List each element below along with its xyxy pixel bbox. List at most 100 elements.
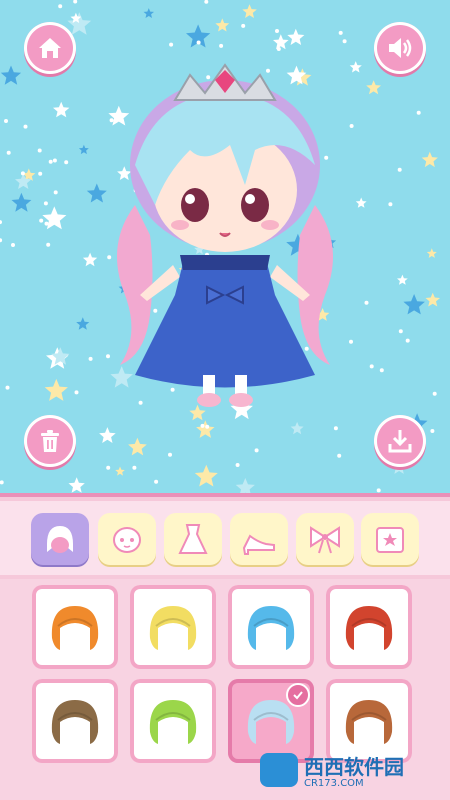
background-star [403,294,425,315]
background-dot [0,220,2,225]
hair-icon [47,526,73,553]
background-star [235,478,255,493]
sound-button[interactable] [374,22,426,74]
background-dot [416,110,421,115]
background-dot [46,242,51,247]
background-dot [43,201,48,206]
hairstyle-icon [345,700,393,744]
background-dot [11,243,15,247]
right-eye [241,188,269,222]
hairstyle-icon [51,700,99,744]
background-dot [154,479,159,484]
doll-character [117,63,333,407]
background-star [99,427,116,443]
background-dot [48,159,53,164]
background-star [273,34,289,50]
background-dot [205,424,210,429]
background-dot [333,426,338,431]
download-icon [388,430,412,453]
blue-dress [135,255,315,388]
save-button[interactable] [374,415,426,467]
background-star [242,4,257,18]
tab-shoes[interactable] [230,513,288,565]
background-dot [88,356,93,361]
face-icon [113,527,141,553]
right-shoe [229,393,253,407]
hair-option[interactable] [326,585,412,669]
background-dot [405,338,410,343]
hairstyle-icon [345,606,393,650]
tab-accessory[interactable] [296,513,354,565]
home-icon [39,38,61,58]
background-dot [342,39,347,44]
tab-face[interactable] [98,513,156,565]
background-dot [338,30,343,35]
background-star [0,65,22,85]
background-dot [200,423,205,428]
background-dot [39,218,44,223]
speaker-icon [389,38,412,58]
background-star [115,466,125,476]
background-dot [337,453,342,458]
background-dot [0,238,3,243]
background-star [215,18,230,32]
tab-dress[interactable] [164,513,222,565]
hairstyle-icon [51,606,99,650]
background-star [421,151,438,168]
background-dot [38,171,43,176]
background-dot [0,480,4,485]
background-star [78,144,89,155]
background-star [68,477,85,493]
background-dot [4,119,8,123]
hairstyle-icon [247,606,295,650]
hair-option[interactable] [130,585,216,669]
watermark-text: 西西软件园 [304,755,404,779]
background-dot [388,202,393,207]
hair-option[interactable] [32,585,118,669]
background-dot [219,43,224,48]
bow-icon [310,526,340,554]
background-star [287,28,305,45]
background-star [397,274,408,285]
background-dot [58,4,63,9]
hairstyle-icon [149,606,197,650]
background-dot [37,148,42,153]
background-dot [5,385,10,390]
background-star [42,206,67,230]
background-dot [241,23,246,28]
background-dot [430,429,435,433]
tab-background[interactable] [361,513,419,565]
background-dot [23,124,28,129]
background-star [143,8,154,18]
background-dot [369,364,374,369]
background-dot [106,465,111,470]
background-dot [53,190,58,195]
tab-hair[interactable] [31,513,89,565]
background-dot [64,160,69,165]
background-dot [73,0,78,4]
dress-up-stage [0,0,450,493]
background-star [426,248,437,258]
background-dot [196,40,201,45]
mouth [219,232,231,237]
home-button[interactable] [24,22,76,74]
hair-option[interactable] [130,679,216,763]
left-pigtail [117,205,153,365]
watermark: 西西软件园 CR173.COM [260,748,435,792]
background-star [290,421,304,435]
hair-option[interactable] [32,679,118,763]
background-dot [74,390,79,395]
background-dot [276,47,281,51]
background-dot [132,465,137,470]
background-dot [275,29,279,33]
hair-option[interactable] [228,585,314,669]
background-star [425,292,440,307]
panel-border [0,493,450,497]
background-star [76,317,90,330]
background-dot [20,171,25,176]
background-dot [379,368,384,373]
right-pigtail [297,205,333,365]
delete-button[interactable] [24,415,76,467]
background-dot [397,167,402,172]
background-dot [204,0,209,4]
